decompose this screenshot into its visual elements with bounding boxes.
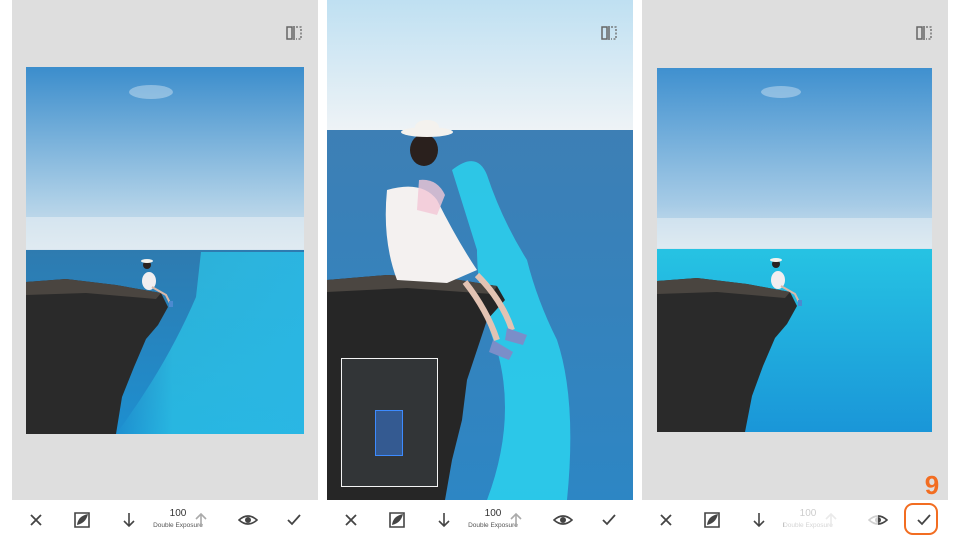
brush-loupe-preview bbox=[341, 358, 438, 487]
bottom-toolbar: 100 Double Exposure bbox=[327, 500, 633, 540]
compare-icon[interactable] bbox=[286, 26, 302, 40]
apply-highlight bbox=[904, 503, 938, 535]
compare-icon[interactable] bbox=[916, 26, 932, 40]
arrow-up-icon[interactable] bbox=[191, 510, 211, 530]
photo-canvas[interactable] bbox=[657, 68, 932, 432]
close-icon[interactable] bbox=[341, 510, 361, 530]
close-icon[interactable] bbox=[26, 510, 46, 530]
brush-mask-icon[interactable] bbox=[702, 510, 722, 530]
brush-mask-icon[interactable] bbox=[72, 510, 92, 530]
brush-cursor[interactable] bbox=[375, 410, 403, 456]
brush-mask-icon[interactable] bbox=[387, 510, 407, 530]
eye-icon[interactable] bbox=[238, 510, 258, 530]
close-icon[interactable] bbox=[656, 510, 676, 530]
fading-overlay bbox=[784, 503, 878, 533]
checkmark-icon[interactable] bbox=[284, 510, 304, 530]
arrow-down-icon[interactable] bbox=[119, 510, 139, 530]
editor-panel-before: 100 Double Exposure bbox=[12, 0, 318, 540]
editor-panel-after: 100 Double Exposure bbox=[642, 0, 948, 540]
checkmark-icon[interactable] bbox=[599, 510, 619, 530]
arrow-down-icon[interactable] bbox=[434, 510, 454, 530]
photo-canvas[interactable] bbox=[26, 67, 304, 434]
compare-icon[interactable] bbox=[601, 26, 617, 40]
step-number: 9 bbox=[924, 470, 940, 500]
arrow-down-icon[interactable] bbox=[749, 510, 769, 530]
eye-icon[interactable] bbox=[553, 510, 573, 530]
bottom-toolbar: 100 Double Exposure bbox=[12, 500, 318, 540]
arrow-up-icon[interactable] bbox=[506, 510, 526, 530]
